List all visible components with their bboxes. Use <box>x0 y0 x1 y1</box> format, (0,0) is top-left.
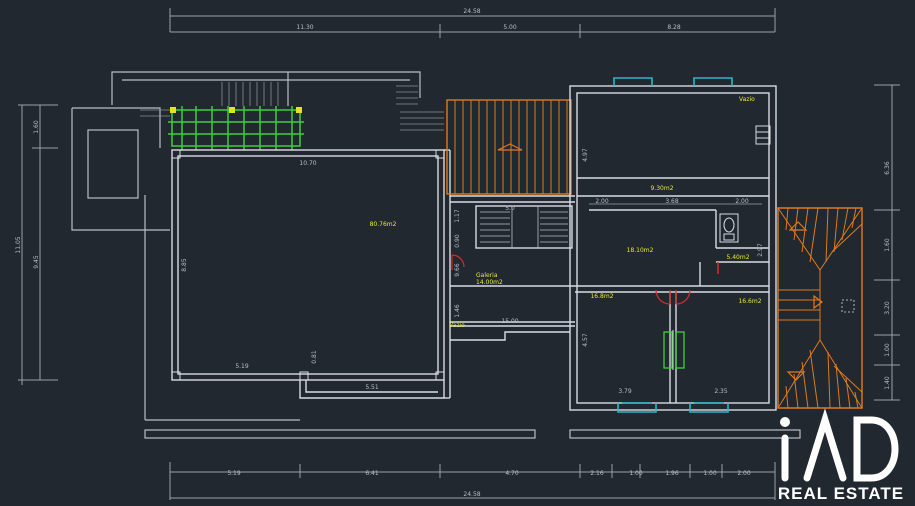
bed-right-area-label: 16.6m2 <box>738 298 761 305</box>
bottom-seg-6: 1.96 <box>665 470 679 477</box>
iad-logo: REAL ESTATE <box>773 408 909 504</box>
living-width-dim: 10.70 <box>299 160 316 167</box>
bottom-total-dim: 24.58 <box>463 491 480 498</box>
vazio-left-label: Vazio <box>449 322 465 329</box>
right-overall-dim: 6.36 <box>884 161 891 175</box>
living-area-label: 80.76m2 <box>370 221 397 228</box>
green-pergola <box>168 106 304 150</box>
gallery-small-2: 0.90 <box>454 234 461 248</box>
left-small-dim: 1.60 <box>33 120 40 134</box>
room-top-right-area: 9.30m2 <box>650 185 673 192</box>
skylight <box>841 299 855 313</box>
room-right-height-dim: 4.97 <box>582 148 589 162</box>
iad-logo-mark <box>780 408 899 482</box>
gallery-small-3: 1.46 <box>454 304 461 318</box>
living-bottom2-dim: 5.51 <box>365 384 379 391</box>
gallery-height-dim: 9.66 <box>454 263 461 277</box>
right-seg-4: 1.40 <box>884 376 891 390</box>
window-dim-2: 2.35 <box>714 388 728 395</box>
gallery-small-1: 1.17 <box>454 209 461 223</box>
right-seg-1: 1.60 <box>884 238 891 252</box>
left-inner-dim: 9.45 <box>33 255 40 269</box>
bottom-seg-3: 4.70 <box>505 470 519 477</box>
hall-area-label: 18.10m2 <box>627 247 654 254</box>
bed-left-area-label: 16.8m2 <box>590 293 613 300</box>
left-overall-dim: 11.05 <box>15 236 22 253</box>
roof-right <box>777 207 863 409</box>
top-seg-3: 8.28 <box>667 24 681 31</box>
living-bottom-dim: 5.19 <box>235 363 249 370</box>
bottom-seg-7: 1.00 <box>703 470 717 477</box>
site-outlines <box>71 71 801 439</box>
bed-left-height-dim: 4.57 <box>582 333 589 347</box>
hall-dim-3: 2.00 <box>735 198 749 205</box>
bottom-seg-4: 2.16 <box>590 470 604 477</box>
right-seg-3: 1.00 <box>884 343 891 357</box>
bottom-seg-8: 2.00 <box>737 470 751 477</box>
hall-dim-2: 3.68 <box>665 198 679 205</box>
corridor-dim: 15.00 <box>501 318 518 325</box>
central-stairs <box>480 206 568 248</box>
bathroom-fixtures <box>719 125 771 243</box>
logo-tagline: REAL ESTATE <box>777 484 905 503</box>
gallery-area-label: 14.00m2 <box>476 279 503 286</box>
hall-dim-1: 2.00 <box>595 198 609 205</box>
top-total-dim: 24.58 <box>463 8 480 15</box>
bottom-seg-2: 6.41 <box>365 470 379 477</box>
left-dimension-lines <box>18 104 58 385</box>
top-seg-2: 5.00 <box>503 24 517 31</box>
gallery-name: Galeria <box>476 272 498 279</box>
bath-height-dim: 2.97 <box>757 243 764 257</box>
bottom-seg-1: 5.19 <box>227 470 241 477</box>
top-seg-1: 11.30 <box>296 24 313 31</box>
right-seg-2: 3.20 <box>884 301 891 315</box>
green-wardrobe <box>663 331 685 369</box>
columns <box>171 149 445 381</box>
living-notch-dim: 0.81 <box>311 350 318 364</box>
roof-left <box>446 99 572 195</box>
stair-label: 5.0 <box>505 205 515 212</box>
bottom-seg-5: 1.00 <box>629 470 643 477</box>
bath-area-label: 5.40m2 <box>726 254 749 261</box>
window-dim-1: 3.79 <box>618 388 632 395</box>
living-height-dim: 8.85 <box>181 258 188 272</box>
vazio-top-label: Vazio <box>739 96 755 103</box>
